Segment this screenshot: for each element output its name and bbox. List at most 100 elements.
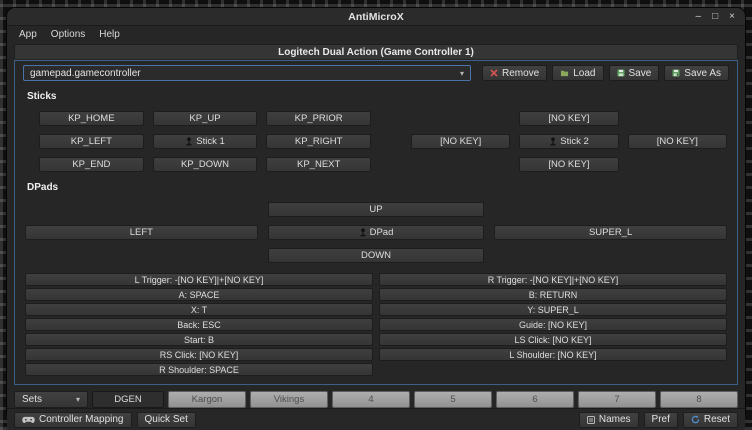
save-as-disk-icon — [672, 69, 680, 77]
right-stick-center-label: Stick 2 — [560, 136, 589, 147]
assignment-columns: L Trigger: -[NO KEY]|+[NO KEY] A: SPACE … — [23, 273, 729, 376]
dpad-up-button[interactable]: UP — [268, 202, 484, 217]
right-stick-grid: [NO KEY] [NO KEY] Stick 2 [NO KEY] [NO K… — [411, 111, 727, 172]
gamepad-icon — [22, 416, 35, 424]
controller-tab-bar: Logitech Dual Action (Game Controller 1) — [14, 44, 738, 60]
left-stick-down-right-button[interactable]: KP_NEXT — [266, 157, 371, 172]
right-stick-center-button[interactable]: Stick 2 — [519, 134, 618, 149]
reset-button-label: Reset — [704, 414, 730, 425]
remove-button[interactable]: Remove — [482, 65, 547, 81]
load-button[interactable]: Load — [552, 65, 603, 81]
save-button[interactable]: Save — [609, 65, 660, 81]
names-list-icon — [587, 416, 595, 424]
y-button[interactable]: Y: SUPER_L — [379, 303, 727, 316]
app-window: AntiMicroX – □ × App Options Help Logite… — [6, 7, 746, 416]
x-button[interactable]: X: T — [25, 303, 373, 316]
profile-row: gamepad.gamecontroller ▾ Remove Load Sa — [23, 65, 729, 81]
joystick-icon — [185, 137, 193, 146]
dpad-center-button[interactable]: DPad — [268, 225, 484, 240]
guide-button[interactable]: Guide: [NO KEY] — [379, 318, 727, 331]
chevron-down-icon: ▾ — [460, 69, 464, 78]
menu-app[interactable]: App — [12, 28, 44, 41]
set-tab-2[interactable]: Kargon — [168, 391, 246, 408]
pref-button[interactable]: Pref — [644, 412, 678, 428]
menu-help[interactable]: Help — [92, 28, 127, 41]
controller-mapping-label: Controller Mapping — [39, 414, 124, 425]
statusbar: Controller Mapping Quick Set Names Pref … — [7, 408, 745, 430]
save-disk-icon — [617, 69, 625, 77]
left-stick-up-left-button[interactable]: KP_HOME — [39, 111, 144, 126]
names-button-label: Names — [599, 414, 631, 425]
quick-set-button[interactable]: Quick Set — [137, 412, 196, 428]
start-button[interactable]: Start: B — [25, 333, 373, 346]
chevron-down-icon: ▾ — [76, 395, 80, 404]
set-tab-8[interactable]: 8 — [660, 391, 738, 408]
menu-options[interactable]: Options — [44, 28, 92, 41]
window-controls: – □ × — [696, 8, 735, 25]
close-icon[interactable]: × — [729, 12, 735, 22]
pref-button-label: Pref — [652, 414, 670, 425]
dpad-left-button[interactable]: LEFT — [25, 225, 258, 240]
reset-button[interactable]: Reset — [683, 412, 738, 428]
rs-click-button[interactable]: RS Click: [NO KEY] — [25, 348, 373, 361]
sticks-section-label: Sticks — [27, 91, 729, 102]
load-button-label: Load — [573, 68, 595, 79]
b-button[interactable]: B: RETURN — [379, 288, 727, 301]
dpad-grid: UP LEFT DPad SUPER_L DOWN — [23, 202, 729, 263]
set-tab-7[interactable]: 7 — [578, 391, 656, 408]
left-stick-center-label: Stick 1 — [196, 136, 225, 147]
left-stick-up-right-button[interactable]: KP_PRIOR — [266, 111, 371, 126]
left-stick-down-left-button[interactable]: KP_END — [39, 157, 144, 172]
set-tab-1[interactable]: DGEN — [92, 391, 164, 408]
right-stick-left-button[interactable]: [NO KEY] — [411, 134, 510, 149]
dpad-right-button[interactable]: SUPER_L — [494, 225, 727, 240]
left-stick-left-button[interactable]: KP_LEFT — [39, 134, 144, 149]
dpads-section-label: DPads — [27, 182, 729, 193]
profile-combobox[interactable]: gamepad.gamecontroller ▾ — [23, 65, 471, 81]
assignment-column-right: R Trigger: -[NO KEY]|+[NO KEY] B: RETURN… — [379, 273, 727, 376]
left-stick-up-button[interactable]: KP_UP — [153, 111, 258, 126]
remove-button-label: Remove — [502, 68, 539, 79]
left-stick-grid: KP_HOME KP_UP KP_PRIOR KP_LEFT Stick 1 K… — [39, 111, 371, 172]
left-stick-center-button[interactable]: Stick 1 — [153, 134, 258, 149]
l-trigger-button[interactable]: L Trigger: -[NO KEY]|+[NO KEY] — [25, 273, 373, 286]
back-button[interactable]: Back: ESC — [25, 318, 373, 331]
left-stick-down-button[interactable]: KP_DOWN — [153, 157, 258, 172]
titlebar[interactable]: AntiMicroX – □ × — [7, 8, 745, 26]
set-tab-3[interactable]: Vikings — [250, 391, 328, 408]
controller-tab[interactable]: Logitech Dual Action (Game Controller 1) — [14, 44, 738, 59]
l-shoulder-button[interactable]: L Shoulder: [NO KEY] — [379, 348, 727, 361]
save-as-button-label: Save As — [684, 68, 721, 79]
quick-set-label: Quick Set — [145, 414, 188, 425]
dpad-down-button[interactable]: DOWN — [268, 248, 484, 263]
right-stick-right-button[interactable]: [NO KEY] — [628, 134, 727, 149]
r-trigger-button[interactable]: R Trigger: -[NO KEY]|+[NO KEY] — [379, 273, 727, 286]
profile-combobox-value: gamepad.gamecontroller — [30, 68, 141, 79]
a-button[interactable]: A: SPACE — [25, 288, 373, 301]
minimize-icon[interactable]: – — [696, 12, 702, 22]
sets-dropdown-label: Sets — [22, 394, 42, 405]
sticks-row: KP_HOME KP_UP KP_PRIOR KP_LEFT Stick 1 K… — [23, 111, 729, 172]
dpad-icon — [359, 228, 367, 237]
window-title: AntiMicroX — [348, 11, 403, 23]
controller-mapping-button[interactable]: Controller Mapping — [14, 412, 132, 428]
set-tab-5[interactable]: 5 — [414, 391, 492, 408]
controller-panel: gamepad.gamecontroller ▾ Remove Load Sa — [14, 60, 738, 385]
right-stick-down-button[interactable]: [NO KEY] — [519, 157, 618, 172]
ls-click-button[interactable]: LS Click: [NO KEY] — [379, 333, 727, 346]
assignment-column-left: L Trigger: -[NO KEY]|+[NO KEY] A: SPACE … — [25, 273, 373, 376]
remove-icon — [490, 69, 498, 77]
sets-dropdown-button[interactable]: Sets ▾ — [14, 391, 88, 408]
save-button-label: Save — [629, 68, 652, 79]
save-as-button[interactable]: Save As — [664, 65, 729, 81]
maximize-icon[interactable]: □ — [712, 12, 718, 22]
left-stick-right-button[interactable]: KP_RIGHT — [266, 134, 371, 149]
sets-row: Sets ▾ DGEN Kargon Vikings 4 5 6 7 8 — [14, 391, 738, 408]
set-tab-4[interactable]: 4 — [332, 391, 410, 408]
menubar: App Options Help — [7, 26, 745, 42]
names-button[interactable]: Names — [579, 412, 639, 428]
set-tab-6[interactable]: 6 — [496, 391, 574, 408]
right-stick-up-button[interactable]: [NO KEY] — [519, 111, 618, 126]
r-shoulder-button[interactable]: R Shoulder: SPACE — [25, 363, 373, 376]
folder-open-icon — [560, 69, 569, 77]
